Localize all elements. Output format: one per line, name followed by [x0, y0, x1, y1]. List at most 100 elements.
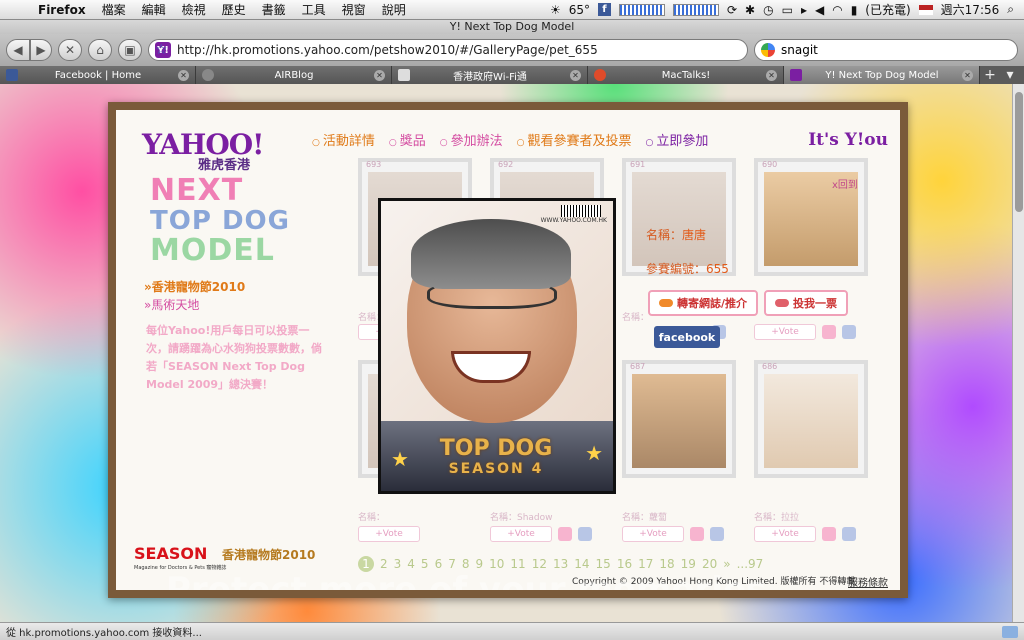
page-link[interactable]: 12: [532, 557, 547, 571]
page-next[interactable]: »: [723, 557, 730, 571]
page-link[interactable]: 4: [407, 557, 415, 571]
gallery-card[interactable]: 687: [622, 360, 736, 478]
close-tab-icon[interactable]: ✕: [962, 69, 973, 81]
page-link[interactable]: 9: [475, 557, 483, 571]
status-icon[interactable]: [1002, 625, 1018, 638]
menu-window[interactable]: 視窗: [334, 1, 374, 18]
volume-icon[interactable]: ◀: [815, 3, 824, 17]
pet-detail-photo[interactable]: WWW.YAHOO.COM.HK ★ ★ TOP DOG SEASON 4: [378, 198, 616, 494]
page-link[interactable]: 11: [510, 557, 525, 571]
clock[interactable]: 週六17:56: [941, 1, 1000, 18]
sync-icon[interactable]: ⟳: [727, 3, 737, 17]
tab-yahoo[interactable]: Y! Next Top Dog Model ✕: [784, 66, 980, 84]
menu-tools[interactable]: 工具: [294, 1, 334, 18]
facebook-share-icon[interactable]: [842, 527, 856, 541]
page-link[interactable]: 14: [574, 557, 589, 571]
page-link[interactable]: 15: [596, 557, 611, 571]
facebook-button[interactable]: facebook: [654, 326, 720, 348]
facebook-icon[interactable]: f: [597, 3, 611, 16]
nav-details[interactable]: ○ 活動詳情: [312, 130, 375, 149]
weather-icon[interactable]: ☀: [550, 3, 561, 17]
close-detail-link[interactable]: x回到: [832, 176, 858, 191]
menu-history[interactable]: 歷史: [214, 1, 254, 18]
page-link[interactable]: 6: [435, 557, 443, 571]
address-bar[interactable]: Y! http://hk.promotions.yahoo.com/petsho…: [148, 39, 748, 61]
scrollbar[interactable]: [1012, 84, 1024, 622]
vote-button[interactable]: +Vote: [754, 324, 816, 340]
equestrian-link[interactable]: »馬術天地: [144, 296, 245, 314]
wifi-icon[interactable]: ◠: [832, 3, 842, 17]
page-link[interactable]: 13: [553, 557, 568, 571]
spotlight-icon[interactable]: ⌕: [1007, 2, 1014, 17]
page-link[interactable]: 7: [448, 557, 456, 571]
tab-list-button[interactable]: ▾: [1000, 66, 1020, 84]
tab-mactalks[interactable]: MacTalks! ✕: [588, 66, 784, 84]
terms-link[interactable]: 服務條款: [848, 574, 888, 589]
vote-for-me-button[interactable]: 投我一票: [764, 290, 848, 316]
menu-edit[interactable]: 編輯: [134, 1, 174, 18]
its-you-logo: It's Y!ou: [808, 130, 888, 150]
home-button[interactable]: ⌂: [88, 39, 112, 61]
page-link[interactable]: 2: [380, 557, 388, 571]
tab-wifi[interactable]: 香港政府Wi-Fi通 ✕: [392, 66, 588, 84]
share-icon[interactable]: [558, 527, 572, 541]
bluetooth-icon[interactable]: ✱: [745, 3, 755, 17]
screenshot-button[interactable]: ▣: [118, 39, 142, 61]
page-link[interactable]: 3: [394, 557, 402, 571]
nav-view-vote[interactable]: ○ 觀看參賽者及投票: [517, 130, 632, 149]
vote-button[interactable]: +Vote: [490, 526, 552, 542]
season-logo[interactable]: SEASON: [134, 544, 207, 563]
facebook-share-icon[interactable]: [710, 527, 724, 541]
address-url[interactable]: http://hk.promotions.yahoo.com/petshow20…: [177, 43, 598, 57]
menu-view[interactable]: 檢視: [174, 1, 214, 18]
scrollbar-thumb[interactable]: [1015, 92, 1023, 212]
share-icon[interactable]: [822, 527, 836, 541]
page-link[interactable]: 20: [702, 557, 717, 571]
page-link[interactable]: 19: [681, 557, 696, 571]
gallery-card[interactable]: 686: [754, 360, 868, 478]
battery-icon[interactable]: ▮: [851, 3, 858, 17]
tab-facebook[interactable]: Facebook | Home ✕: [0, 66, 196, 84]
menu-bookmarks[interactable]: 書籤: [254, 1, 294, 18]
vote-button[interactable]: +Vote: [358, 526, 420, 542]
page-link[interactable]: 10: [489, 557, 504, 571]
new-tab-button[interactable]: +: [980, 66, 1000, 84]
share-blog-button[interactable]: 轉寄網誌/推介: [648, 290, 758, 316]
close-tab-icon[interactable]: ✕: [374, 69, 385, 81]
google-icon[interactable]: [761, 43, 775, 57]
play-icon[interactable]: ▸: [801, 3, 807, 17]
nav-prizes[interactable]: ○ 獎品: [389, 130, 426, 149]
forward-button[interactable]: ▶: [30, 39, 52, 61]
hk-pet-festival-logo[interactable]: 香港寵物節2010: [222, 546, 315, 563]
display-icon[interactable]: ▭: [782, 3, 793, 17]
menu-help[interactable]: 說明: [374, 1, 414, 18]
page-last[interactable]: ...97: [737, 557, 764, 571]
close-tab-icon[interactable]: ✕: [570, 69, 581, 81]
page-link[interactable]: 8: [462, 557, 470, 571]
back-button[interactable]: ◀: [6, 39, 30, 61]
search-bar[interactable]: snagit: [754, 39, 1018, 61]
vote-button[interactable]: +Vote: [754, 526, 816, 542]
page-link[interactable]: 17: [638, 557, 653, 571]
bookmark-star-icon[interactable]: ☆: [155, 42, 168, 58]
search-input[interactable]: snagit: [781, 43, 818, 57]
page-link[interactable]: 5: [421, 557, 429, 571]
menu-file[interactable]: 檔案: [94, 1, 134, 18]
nav-join-now[interactable]: ○ 立即參加: [646, 130, 709, 149]
share-icon[interactable]: [822, 325, 836, 339]
tab-airblog[interactable]: AIRBlog ✕: [196, 66, 392, 84]
share-icon[interactable]: [690, 527, 704, 541]
menu-app[interactable]: Firefox: [30, 3, 94, 17]
close-tab-icon[interactable]: ✕: [178, 69, 189, 81]
facebook-share-icon[interactable]: [842, 325, 856, 339]
vote-button[interactable]: +Vote: [622, 526, 684, 542]
page-link[interactable]: 18: [659, 557, 674, 571]
stop-button[interactable]: ✕: [58, 39, 82, 61]
page-link[interactable]: 16: [617, 557, 632, 571]
close-tab-icon[interactable]: ✕: [766, 69, 777, 81]
clock-icon[interactable]: ◷: [763, 3, 773, 17]
hk-pet-festival-link[interactable]: »香港寵物節2010: [144, 278, 245, 296]
flag-icon[interactable]: [918, 4, 933, 15]
facebook-share-icon[interactable]: [578, 527, 592, 541]
nav-how-to-join[interactable]: ○ 參加辦法: [440, 130, 503, 149]
